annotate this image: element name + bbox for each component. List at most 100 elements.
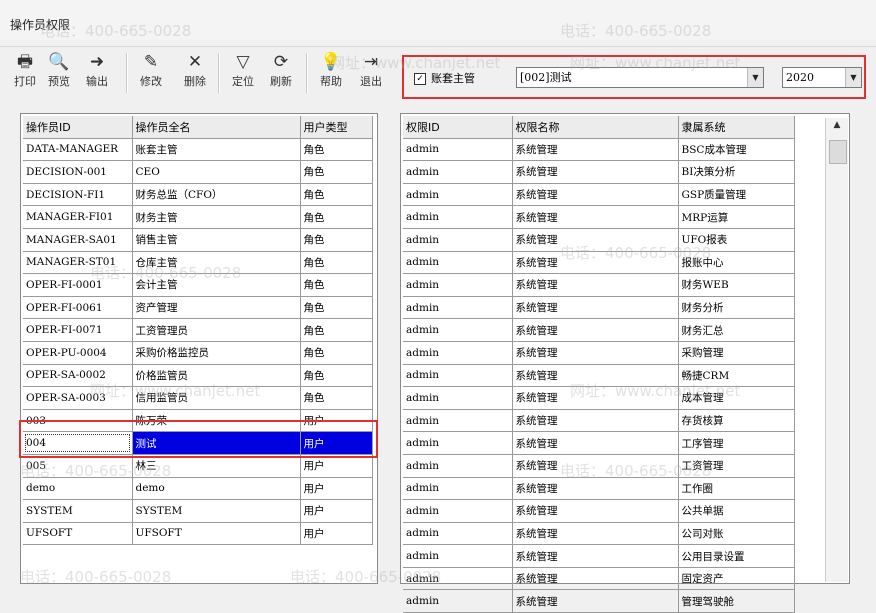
supervisor-checkbox[interactable]: ✓ 账套主管 xyxy=(414,70,475,86)
permission-row[interactable]: admin 系统管理 管理驾驶舱 xyxy=(403,589,795,613)
user-row[interactable]: demo demo 用户 xyxy=(23,477,373,501)
export-label: 输出 xyxy=(86,75,108,88)
permission-row[interactable]: admin 系统管理 成本管理 xyxy=(403,386,795,410)
user-row[interactable]: OPER-FI-0061 资产管理 角色 xyxy=(23,296,373,320)
permission-row[interactable]: admin 系统管理 工序管理 xyxy=(403,431,795,455)
table-cell: SYSTEM xyxy=(132,499,301,523)
permission-row[interactable]: admin 系统管理 GSP质量管理 xyxy=(403,183,795,207)
exit-icon: ⇥ xyxy=(363,52,379,72)
permission-row[interactable]: admin 系统管理 存货核算 xyxy=(403,409,795,433)
toolbar-separator xyxy=(306,53,308,93)
permission-row[interactable]: admin 系统管理 公司对账 xyxy=(403,522,795,546)
refresh-button[interactable]: ⟳ 刷新 xyxy=(266,51,296,89)
account-select[interactable]: [002]测试 ▼ xyxy=(516,67,764,88)
table-cell: 公司对账 xyxy=(678,522,795,546)
table-cell: demo xyxy=(132,477,301,501)
permission-row[interactable]: admin 系统管理 BI决策分析 xyxy=(403,160,795,184)
permission-row[interactable]: admin 系统管理 财务分析 xyxy=(403,296,795,320)
filter-icon: ▽ xyxy=(236,52,250,72)
year-select[interactable]: 2020 ▼ xyxy=(782,67,862,88)
permission-row[interactable]: admin 系统管理 报账中心 xyxy=(403,251,795,275)
table-cell: 销售主管 xyxy=(132,228,301,252)
user-row[interactable]: DECISION-FI1 财务总监（CFO） 角色 xyxy=(23,183,373,207)
print-label: 打印 xyxy=(14,75,36,88)
delete-button[interactable]: ✕ 删除 xyxy=(180,51,210,89)
permission-row[interactable]: admin 系统管理 UFO报表 xyxy=(403,228,795,252)
permission-row[interactable]: admin 系统管理 工资管理 xyxy=(403,454,795,478)
preview-icon: 🔍 xyxy=(48,52,70,72)
table-cell: OPER-FI-0071 xyxy=(23,318,133,342)
table-cell: 存货核算 xyxy=(678,409,795,433)
table-cell: 系统管理 xyxy=(512,431,679,455)
user-row[interactable]: OPER-FI-0071 工资管理员 角色 xyxy=(23,318,373,342)
column-header[interactable]: 权限ID xyxy=(403,116,513,139)
locate-button[interactable]: ▽ 定位 xyxy=(228,51,258,89)
permission-row[interactable]: admin 系统管理 财务WEB xyxy=(403,273,795,297)
table-cell: 用户 xyxy=(300,522,373,546)
edit-label: 修改 xyxy=(140,75,162,88)
table-cell: 系统管理 xyxy=(512,273,679,297)
user-row[interactable]: MANAGER-SA01 销售主管 角色 xyxy=(23,228,373,252)
permission-row[interactable]: admin 系统管理 工作圈 xyxy=(403,477,795,501)
user-row[interactable]: MANAGER-FI01 财务主管 角色 xyxy=(23,205,373,229)
table-cell: admin xyxy=(403,341,513,365)
table-cell: DECISION-FI1 xyxy=(23,183,133,207)
users-table: 操作员ID 操作员全名 用户类型 DATA-MANAGER 账套主管 角色 DECISION… xyxy=(23,116,373,546)
permission-row[interactable]: admin 系统管理 BSC成本管理 xyxy=(403,138,795,162)
export-button[interactable]: ➜ 输出 xyxy=(82,51,112,89)
preview-label: 预览 xyxy=(48,75,70,88)
user-row[interactable]: OPER-SA-0003 信用监管员 角色 xyxy=(23,386,373,410)
scroll-thumb[interactable] xyxy=(829,140,847,164)
print-button[interactable]: 🖶 打印 xyxy=(10,51,40,89)
user-row[interactable]: DATA-MANAGER 账套主管 角色 xyxy=(23,138,373,162)
column-header[interactable]: 用户类型 xyxy=(300,116,373,139)
table-cell: 系统管理 xyxy=(512,183,679,207)
permissions-scrollbar[interactable]: ▲ xyxy=(825,118,848,582)
table-cell: 系统管理 xyxy=(512,205,679,229)
export-icon: ➜ xyxy=(89,52,105,72)
permission-row[interactable]: admin 系统管理 MRP运算 xyxy=(403,205,795,229)
edit-icon: ✎ xyxy=(143,52,159,72)
permissions-table: 权限ID 权限名称 隶属系统 admin 系统管理 BSC成本管理 admin 系统管理 BI决… xyxy=(403,116,795,613)
table-cell: 系统管理 xyxy=(512,522,679,546)
edit-button[interactable]: ✎ 修改 xyxy=(136,51,166,89)
column-header[interactable]: 隶属系统 xyxy=(678,116,795,139)
chevron-down-icon[interactable]: ▼ xyxy=(747,68,763,87)
preview-button[interactable]: 🔍 预览 xyxy=(44,51,74,89)
permission-row[interactable]: admin 系统管理 畅捷CRM xyxy=(403,364,795,388)
help-button[interactable]: 💡 帮助 xyxy=(316,51,346,89)
table-cell: UFO报表 xyxy=(678,228,795,252)
user-row[interactable]: UFSOFT UFSOFT 用户 xyxy=(23,522,373,546)
table-cell: 系统管理 xyxy=(512,341,679,365)
help-label: 帮助 xyxy=(320,75,342,88)
exit-button[interactable]: ⇥ 退出 xyxy=(356,51,386,89)
refresh-label: 刷新 xyxy=(270,75,292,88)
table-cell: OPER-FI-0061 xyxy=(23,296,133,320)
user-row[interactable]: DECISION-001 CEO 角色 xyxy=(23,160,373,184)
permission-row[interactable]: admin 系统管理 财务汇总 xyxy=(403,318,795,342)
exit-label: 退出 xyxy=(360,75,382,88)
permission-row[interactable]: admin 系统管理 公共单据 xyxy=(403,499,795,523)
user-row[interactable]: OPER-PU-0004 采购价格监控员 角色 xyxy=(23,341,373,365)
permission-row[interactable]: admin 系统管理 公用目录设置 xyxy=(403,544,795,568)
table-cell: admin xyxy=(403,522,513,546)
user-row[interactable]: SYSTEM SYSTEM 用户 xyxy=(23,499,373,523)
table-cell: 系统管理 xyxy=(512,228,679,252)
table-cell: 财务主管 xyxy=(132,205,301,229)
scroll-up-icon[interactable]: ▲ xyxy=(826,120,848,136)
permission-row[interactable]: admin 系统管理 固定资产 xyxy=(403,567,795,591)
user-row[interactable]: OPER-SA-0002 价格监管员 角色 xyxy=(23,364,373,388)
table-cell: OPER-FI-0001 xyxy=(23,273,133,297)
column-header[interactable]: 权限名称 xyxy=(512,116,679,139)
table-cell: 角色 xyxy=(300,296,373,320)
column-header[interactable]: 操作员ID xyxy=(23,116,133,139)
user-row[interactable]: OPER-FI-0001 会计主管 角色 xyxy=(23,273,373,297)
chevron-down-icon[interactable]: ▼ xyxy=(845,68,861,87)
table-cell: 系统管理 xyxy=(512,251,679,275)
table-cell: admin xyxy=(403,499,513,523)
table-cell: admin xyxy=(403,544,513,568)
user-row[interactable]: MANAGER-ST01 仓库主管 角色 xyxy=(23,251,373,275)
permission-row[interactable]: admin 系统管理 采购管理 xyxy=(403,341,795,365)
column-header[interactable]: 操作员全名 xyxy=(132,116,301,139)
table-cell: 角色 xyxy=(300,183,373,207)
